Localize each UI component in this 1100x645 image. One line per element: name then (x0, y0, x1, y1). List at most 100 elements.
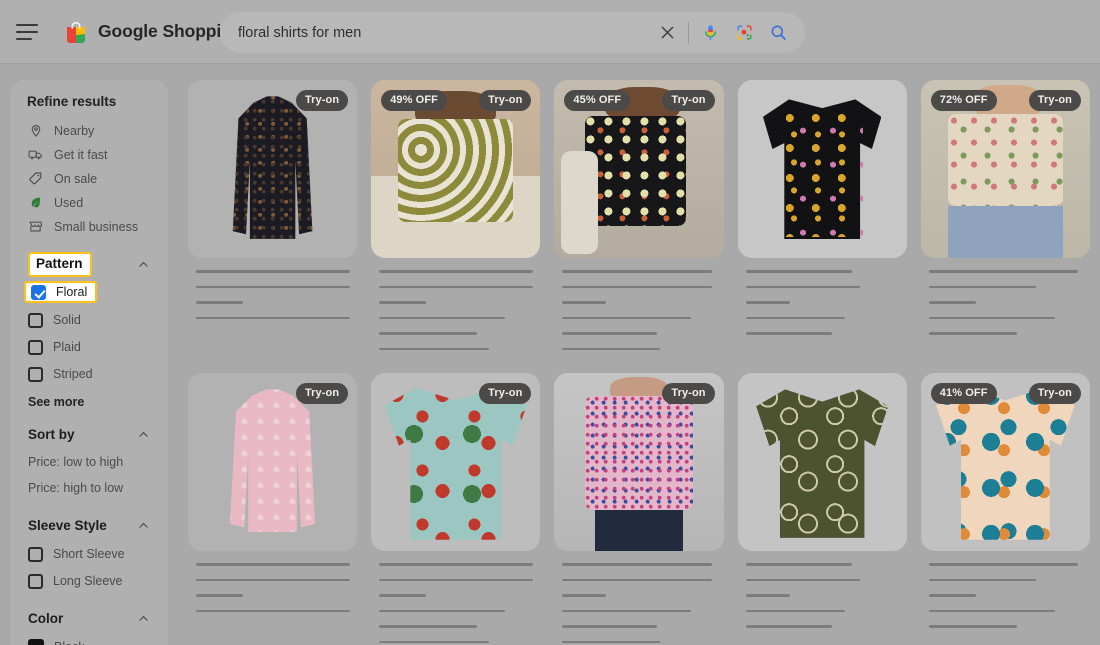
section-header-sort-by[interactable]: Sort by (10, 422, 168, 448)
see-more-link[interactable]: See more (10, 395, 168, 409)
product-image[interactable]: 45% OFF Try-on (554, 80, 724, 258)
sidebar-item-small-business[interactable]: Small business (10, 215, 168, 238)
try-on-badge[interactable]: Try-on (1028, 90, 1081, 111)
product-card[interactable]: 41% OFF Try-on (920, 373, 1090, 645)
checkbox-row-striped[interactable]: Striped (10, 363, 168, 386)
checkbox-label: Floral (56, 285, 88, 299)
product-image[interactable] (737, 80, 907, 258)
search-input[interactable] (220, 24, 650, 41)
product-image[interactable]: Try-on (371, 373, 541, 551)
checkbox-long-sleeve[interactable] (28, 573, 43, 589)
chevron-up-icon[interactable] (137, 612, 150, 625)
chevron-up-icon[interactable] (137, 519, 150, 532)
sidebar-item-used[interactable]: Used (10, 191, 168, 214)
sidebar-item-label: Small business (54, 219, 139, 234)
product-card[interactable]: 49% OFF Try-on (371, 80, 541, 363)
try-on-badge[interactable]: Try-on (479, 90, 532, 111)
product-card[interactable]: Try-on (371, 373, 541, 645)
checkbox-label: Plaid (53, 340, 81, 354)
checkbox-striped[interactable] (28, 366, 43, 382)
sidebar-item-label: On sale (54, 171, 98, 186)
product-image[interactable]: Try-on (188, 373, 358, 551)
placeholder-line (562, 609, 692, 612)
product-card[interactable] (737, 80, 907, 363)
placeholder-line (196, 609, 351, 612)
product-card[interactable]: 45% OFF Try-on (554, 80, 724, 363)
delivery-truck-icon (28, 147, 43, 162)
search-icon[interactable] (761, 16, 795, 50)
try-on-badge[interactable]: Try-on (1028, 383, 1081, 404)
app-root: Google Shopping floral shirts for men Re… (0, 0, 1100, 645)
google-shopping-bag-icon (63, 19, 89, 45)
microphone-icon[interactable] (693, 16, 727, 50)
product-text-placeholder (738, 258, 907, 335)
product-card[interactable]: 72% OFF Try-on (920, 80, 1090, 363)
checkbox-row-short-sleeve[interactable]: Short Sleeve (10, 543, 168, 566)
product-image[interactable] (737, 373, 907, 551)
refine-results-title: Refine results (27, 94, 117, 109)
sidebar-item-nearby[interactable]: Nearby (10, 119, 168, 142)
checkbox-solid[interactable] (28, 312, 43, 328)
placeholder-line (379, 285, 534, 288)
product-card[interactable]: Try-on (554, 373, 724, 645)
placeholder-line (562, 270, 712, 273)
discount-badge: 45% OFF (564, 90, 631, 111)
section-header-sleeve-style[interactable]: Sleeve Style (10, 513, 168, 539)
section-title: Sort by (28, 427, 75, 442)
checkbox-row-solid[interactable]: Solid (10, 309, 168, 332)
search-bar[interactable] (220, 12, 805, 53)
placeholder-line (562, 625, 657, 628)
checkbox-row-plaid[interactable]: Plaid (10, 336, 168, 359)
try-on-badge[interactable]: Try-on (662, 383, 715, 404)
section-title: Sleeve Style (28, 518, 107, 533)
chevron-up-icon[interactable] (137, 258, 150, 271)
try-on-badge[interactable]: Try-on (662, 90, 715, 111)
google-lens-icon[interactable] (727, 16, 761, 50)
product-image[interactable]: 49% OFF Try-on (371, 80, 541, 258)
placeholder-line (928, 285, 1036, 288)
product-image[interactable]: Try-on (554, 373, 724, 551)
placeholder-line (379, 578, 534, 581)
checkbox-row-floral[interactable]: Floral (24, 281, 98, 303)
color-row-black[interactable]: Black (10, 636, 168, 645)
product-card[interactable]: Try-on (188, 373, 358, 645)
sort-option-price-high-to-low[interactable]: Price: high to low (10, 477, 168, 500)
placeholder-line (745, 625, 833, 628)
placeholder-line (745, 332, 833, 335)
placeholder-line (745, 270, 853, 273)
checkbox-label: Solid (53, 313, 81, 327)
discount-badge: 41% OFF (930, 383, 997, 404)
product-card[interactable] (737, 373, 907, 645)
product-text-placeholder (921, 258, 1090, 335)
color-swatch-black[interactable] (28, 639, 44, 645)
sidebar-item-label: Get it fast (54, 147, 108, 162)
sort-option-price-low-to-high[interactable]: Price: low to high (10, 451, 168, 474)
try-on-badge[interactable]: Try-on (479, 383, 532, 404)
product-image[interactable]: 41% OFF Try-on (920, 373, 1090, 551)
product-card[interactable]: Try-on (188, 80, 358, 363)
brand-logo[interactable]: Google Shopping (63, 19, 242, 45)
section-title: Color (28, 611, 64, 626)
placeholder-line (928, 625, 1017, 628)
hamburger-menu-icon[interactable] (16, 23, 38, 40)
try-on-badge[interactable]: Try-on (295, 90, 349, 111)
checkbox-floral[interactable] (31, 284, 46, 300)
checkbox-row-long-sleeve[interactable]: Long Sleeve (10, 570, 168, 593)
section-header-pattern[interactable]: Pattern (10, 251, 168, 277)
checkbox-plaid[interactable] (28, 339, 43, 355)
divider (688, 21, 689, 44)
product-text-placeholder (188, 258, 357, 319)
placeholder-line (928, 316, 1055, 319)
close-icon[interactable] (650, 16, 684, 50)
try-on-badge[interactable]: Try-on (295, 383, 349, 404)
product-image[interactable]: 72% OFF Try-on (920, 80, 1090, 258)
placeholder-line (562, 563, 712, 566)
sidebar-item-on-sale[interactable]: On sale (10, 167, 168, 190)
checkbox-label: Striped (53, 367, 93, 381)
sidebar-item-get-it-fast[interactable]: Get it fast (10, 143, 168, 166)
chevron-up-icon[interactable] (137, 428, 150, 441)
section-header-color[interactable]: Color (10, 606, 168, 632)
placeholder-line (745, 316, 845, 319)
product-image[interactable]: Try-on (188, 80, 358, 258)
checkbox-short-sleeve[interactable] (28, 546, 43, 562)
